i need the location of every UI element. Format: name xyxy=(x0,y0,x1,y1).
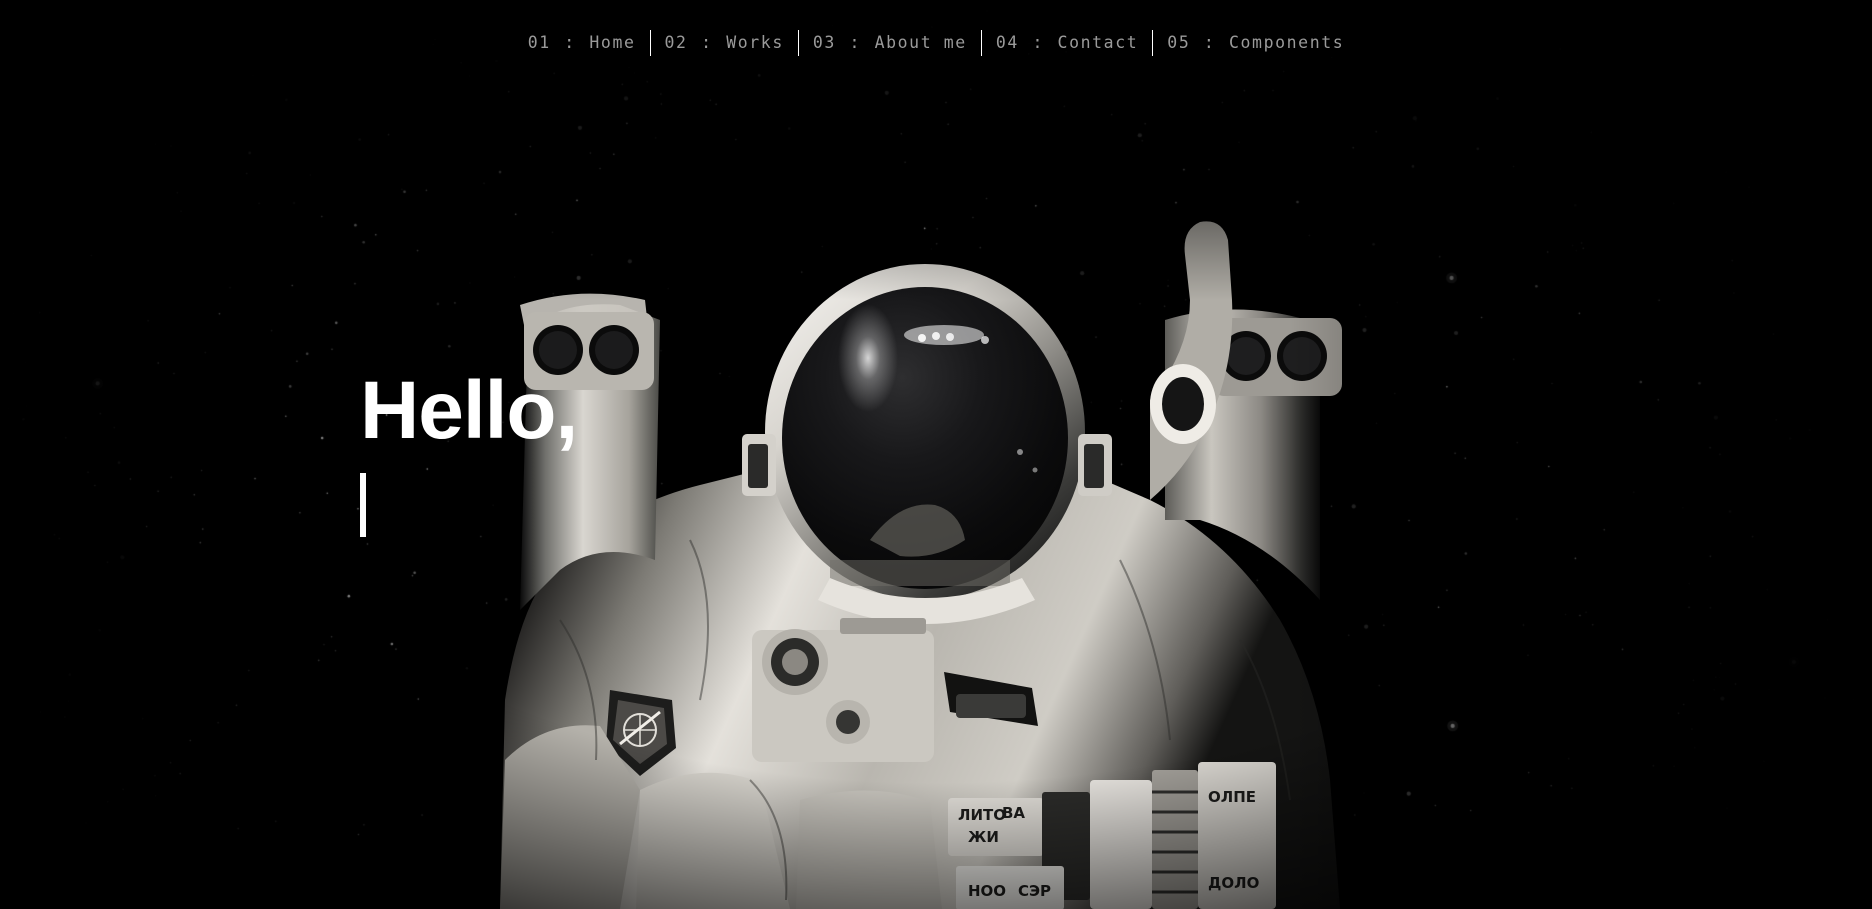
helmet-bracket-right-inner xyxy=(1084,444,1104,488)
nav-item-label: Home xyxy=(589,32,636,52)
astronaut-photo-svg: ЛИТО ВА ЖИ НОО СЭР ОЛПЕ ДОЛО xyxy=(0,0,1872,909)
svg-text:ЛИТО: ЛИТО xyxy=(958,806,1006,824)
left-port-lens-2-inner xyxy=(595,331,633,369)
visor-light-1 xyxy=(918,334,926,342)
left-port-lens-1-inner xyxy=(539,331,577,369)
helmet-bracket-left-inner xyxy=(748,444,768,488)
chest-emblem-ring xyxy=(762,629,828,695)
svg-text:ОЛПЕ: ОЛПЕ xyxy=(1208,788,1256,806)
visor-reflection-main xyxy=(838,304,898,412)
mission-patch-globe-lines xyxy=(624,714,656,746)
chest-buckle xyxy=(956,694,1026,718)
left-port-lens-2 xyxy=(589,325,639,375)
photo-vignette xyxy=(0,0,1872,909)
suit-left-thigh xyxy=(636,772,790,909)
hero-typed-line xyxy=(360,472,577,538)
nav-item-works[interactable]: 02 : Works xyxy=(651,32,798,52)
nav-list: 01 : Home 02 : Works 03 : About me 04 : Con… xyxy=(514,30,1359,56)
suit-markings: ЛИТО ВА ЖИ НОО СЭР ОЛПЕ ДОЛО xyxy=(958,788,1259,900)
nav-item-number: 01 xyxy=(527,32,551,52)
nav-item-components[interactable]: 05 : Components xyxy=(1153,32,1358,52)
suit-label-block-2 xyxy=(956,866,1064,909)
nav-item-about-me[interactable]: 03 : About me xyxy=(799,32,981,52)
chest-strap-dark xyxy=(944,672,1038,726)
suit-left-arm-lower xyxy=(500,725,640,909)
suit-right-arm xyxy=(1150,221,1233,500)
visor-light-4 xyxy=(981,336,989,344)
svg-text:ВА: ВА xyxy=(1002,804,1025,822)
page-root: ЛИТО ВА ЖИ НОО СЭР ОЛПЕ ДОЛО 01: Home 0… xyxy=(0,0,1872,909)
suit-right-shoulder xyxy=(1165,309,1320,600)
mission-patch-rocket xyxy=(619,710,661,746)
suit-label-block-1 xyxy=(948,798,1044,856)
suit-hose-rings xyxy=(1152,790,1198,894)
nav-item-contact[interactable]: 04 : Contact xyxy=(982,32,1152,52)
starfield-background xyxy=(0,0,1872,909)
main-navigation[interactable]: 01 : Home 02 : Works 03 : About me 04 : Con… xyxy=(0,0,1872,86)
visor-light-2 xyxy=(932,332,940,340)
nav-item-home[interactable]: 01 : Home xyxy=(514,32,650,52)
nav-item-colon: : xyxy=(837,32,873,52)
nav-item-label: Components xyxy=(1228,32,1345,52)
page-title: Hello, xyxy=(360,365,578,456)
chest-dial xyxy=(836,710,860,734)
svg-text:ДОЛО: ДОЛО xyxy=(1208,874,1259,892)
chest-strap-bar xyxy=(840,618,926,634)
helmet-bracket-left xyxy=(742,434,776,496)
chest-emblem-center xyxy=(782,649,808,675)
mission-patch-inner xyxy=(613,700,667,764)
svg-text:СЭР: СЭР xyxy=(1018,882,1051,900)
mission-patch-globe xyxy=(623,713,657,747)
helmet-visor xyxy=(782,287,1068,589)
right-backpack-unit xyxy=(1212,318,1342,396)
visor-light-3 xyxy=(946,333,954,341)
suit-dark-strap xyxy=(1042,792,1090,900)
chest-emblem xyxy=(771,638,819,686)
suit-left-shoulder-top xyxy=(520,293,650,355)
right-port-lens-1-inner xyxy=(1227,337,1265,375)
svg-text:НОО: НОО xyxy=(968,882,1006,900)
suit-torso xyxy=(500,470,1340,909)
helmet-bracket-right xyxy=(1078,434,1112,496)
wrist-ring xyxy=(1150,364,1216,444)
nav-item-number: 02 xyxy=(664,32,688,52)
nav-item-colon: : xyxy=(552,32,588,52)
nav-item-colon: : xyxy=(1020,32,1056,52)
nav-item-colon: : xyxy=(1192,32,1227,52)
suit-center-leg xyxy=(796,790,942,909)
visor-reflection-lights xyxy=(904,325,984,345)
nav-item-label: Contact xyxy=(1057,32,1139,52)
visor-light-6 xyxy=(1032,467,1038,473)
nav-item-number: 04 xyxy=(995,32,1019,52)
nav-item-colon: : xyxy=(689,32,725,52)
astronaut-photo: ЛИТО ВА ЖИ НОО СЭР ОЛПЕ ДОЛО xyxy=(0,0,1872,909)
visor-reflection-figure xyxy=(870,504,965,557)
right-port-lens-1 xyxy=(1221,331,1271,381)
nav-item-number: 03 xyxy=(812,32,836,52)
nav-item-label: About me xyxy=(874,32,967,52)
chest-control-panel xyxy=(752,630,934,762)
helmet-rim xyxy=(765,264,1085,600)
nav-item-number: 05 xyxy=(1167,32,1191,52)
right-port-lens-2 xyxy=(1277,331,1327,381)
helmet-neck-ring xyxy=(818,578,1035,624)
hero-text-block: Hello, xyxy=(360,365,578,538)
svg-text:ЖИ: ЖИ xyxy=(968,828,999,846)
visor-reflection-console xyxy=(830,560,1010,586)
suit-right-pouch xyxy=(1198,762,1276,909)
suit-panel-white xyxy=(1090,780,1152,909)
wrist-ring-inner xyxy=(1162,377,1204,431)
chest-dial-ring xyxy=(826,700,870,744)
nav-item-label: Works xyxy=(726,32,784,52)
right-port-lens-2-inner xyxy=(1283,337,1321,375)
mission-patch xyxy=(606,690,676,776)
visor-light-5 xyxy=(1017,449,1023,455)
photo-right-fade xyxy=(1290,0,1872,909)
suit-hose-band xyxy=(1152,770,1198,909)
typing-caret xyxy=(360,472,366,537)
suit-creases xyxy=(559,539,1291,901)
